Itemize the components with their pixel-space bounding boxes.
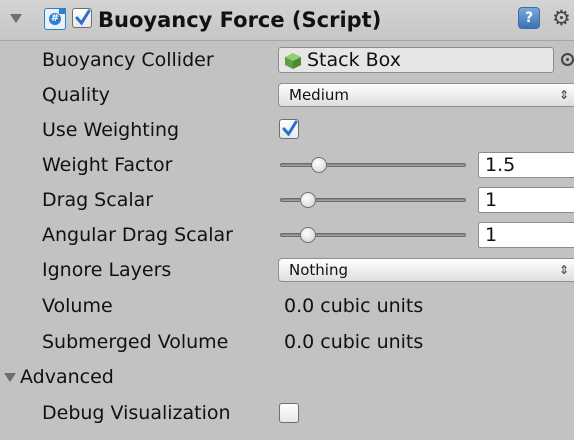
- component-enabled-checkbox[interactable]: [72, 8, 92, 28]
- advanced-label: Advanced: [20, 366, 114, 388]
- field-row-quality: Quality Medium ⇕: [0, 78, 574, 112]
- input-value: 1: [485, 224, 498, 246]
- field-label: Drag Scalar: [42, 189, 154, 211]
- checkmark-icon: [282, 120, 298, 137]
- submerged-volume-value: 0.0 cubic units: [284, 331, 424, 353]
- csharp-script-icon: #: [44, 8, 66, 30]
- dropdown-arrows-icon: ⇕: [558, 263, 569, 277]
- input-value: 1: [485, 189, 498, 211]
- angular-drag-scalar-slider-thumb[interactable]: [300, 227, 317, 243]
- foldout-expanded-icon[interactable]: [4, 373, 16, 383]
- field-label: Use Weighting: [42, 119, 180, 141]
- advanced-foldout[interactable]: Advanced: [0, 360, 574, 394]
- checkmark-icon: [75, 9, 91, 26]
- drag-scalar-input[interactable]: 1: [478, 187, 574, 213]
- field-label: Weight Factor: [42, 154, 173, 176]
- angular-drag-scalar-input[interactable]: 1: [478, 222, 574, 248]
- dropdown-value: Nothing: [289, 261, 348, 279]
- field-row-drag-scalar: Drag Scalar 1: [0, 183, 574, 217]
- field-row-ignore-layers: Ignore Layers Nothing ⇕: [0, 253, 574, 287]
- field-label: Debug Visualization: [42, 402, 231, 424]
- field-row-submerged-volume: Submerged Volume 0.0 cubic units: [0, 325, 574, 359]
- ignore-layers-dropdown[interactable]: Nothing ⇕: [278, 258, 574, 282]
- field-label: Volume: [42, 295, 113, 317]
- field-label: Ignore Layers: [42, 259, 172, 281]
- field-row-weight-factor: Weight Factor 1.5: [0, 148, 574, 182]
- help-icon[interactable]: ?: [518, 7, 540, 29]
- field-row-angular-drag-scalar: Angular Drag Scalar 1: [0, 218, 574, 252]
- component-title: Buoyancy Force (Script): [98, 8, 382, 32]
- cube-icon: [285, 53, 301, 69]
- foldout-expanded-icon[interactable]: [10, 14, 22, 23]
- weight-factor-slider-thumb[interactable]: [310, 157, 327, 173]
- field-row-buoyancy-collider: Buoyancy Collider Stack Box: [0, 43, 574, 77]
- object-field-value: Stack Box: [307, 49, 401, 71]
- field-label: Quality: [42, 84, 110, 106]
- dropdown-arrows-icon: ⇕: [558, 88, 569, 102]
- volume-value: 0.0 cubic units: [284, 295, 424, 317]
- field-row-volume: Volume 0.0 cubic units: [0, 289, 574, 323]
- quality-dropdown[interactable]: Medium ⇕: [278, 83, 574, 107]
- field-label: Angular Drag Scalar: [42, 224, 233, 246]
- weight-factor-slider-track[interactable]: [280, 163, 466, 167]
- drag-scalar-slider-thumb[interactable]: [300, 192, 317, 208]
- inspector-panel: # Buoyancy Force (Script) ? ⚙ Buoyancy C…: [0, 0, 574, 440]
- object-picker-icon[interactable]: [561, 53, 574, 66]
- gear-icon[interactable]: ⚙: [552, 6, 571, 30]
- input-value: 1.5: [485, 154, 516, 176]
- debug-visualization-checkbox[interactable]: [279, 403, 299, 423]
- use-weighting-checkbox[interactable]: [279, 119, 299, 139]
- field-label: Submerged Volume: [42, 331, 229, 353]
- component-header[interactable]: # Buoyancy Force (Script) ? ⚙: [0, 0, 574, 41]
- field-row-use-weighting: Use Weighting: [0, 113, 574, 147]
- field-row-debug-visualization: Debug Visualization: [0, 396, 574, 430]
- buoyancy-collider-object-field[interactable]: Stack Box: [278, 47, 554, 73]
- weight-factor-input[interactable]: 1.5: [478, 152, 574, 178]
- dropdown-value: Medium: [289, 86, 349, 104]
- field-label: Buoyancy Collider: [42, 49, 214, 71]
